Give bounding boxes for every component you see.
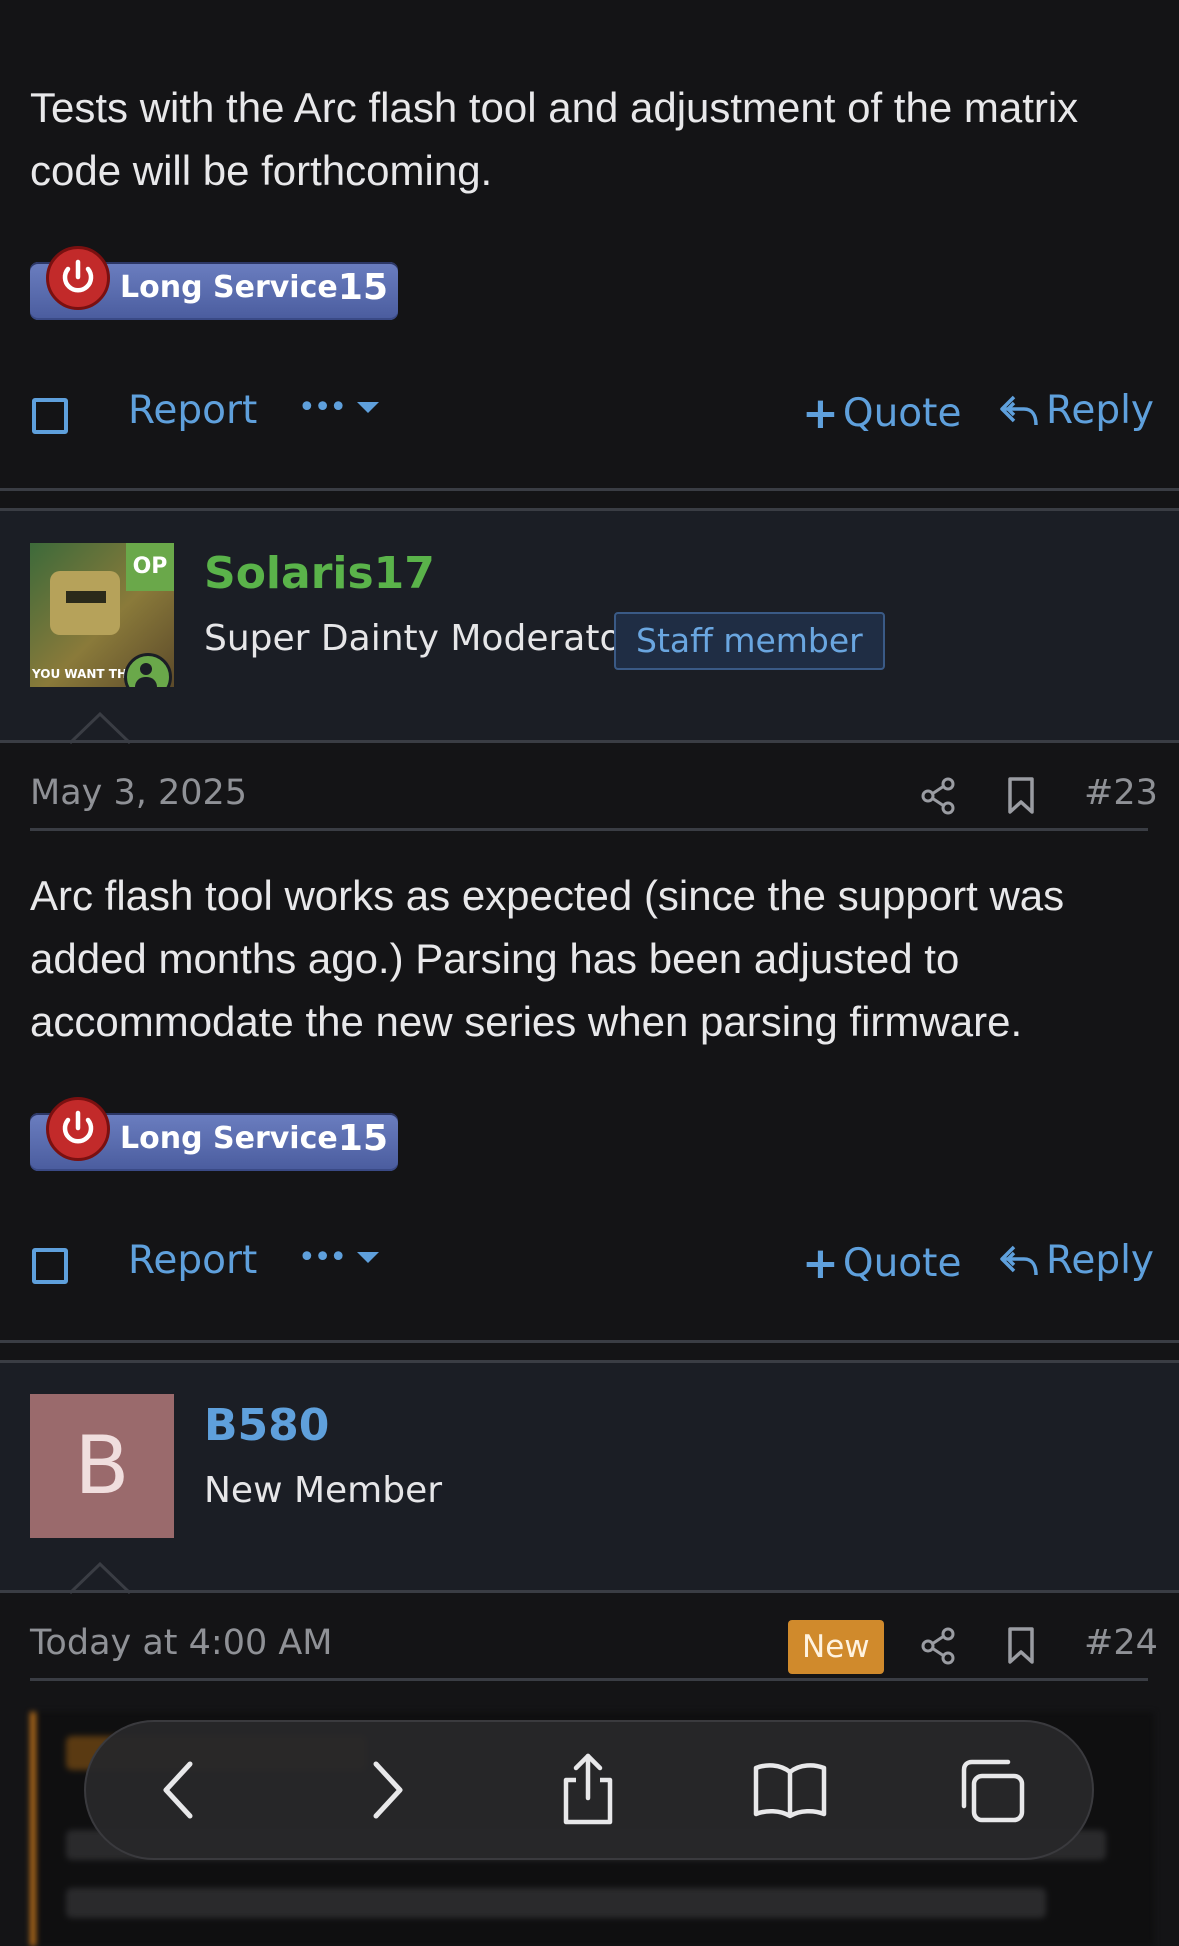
reply-label: Reply: [1046, 1238, 1155, 1283]
username[interactable]: Solaris17: [204, 548, 435, 599]
long-service-badge: Long Service 15: [30, 1097, 398, 1171]
post-number[interactable]: #23: [1084, 773, 1158, 813]
reply-label: Reply: [1046, 388, 1155, 433]
reply-button[interactable]: Reply: [998, 1238, 1154, 1283]
power-icon: [46, 1097, 110, 1161]
more-actions-menu[interactable]: •••: [298, 1240, 381, 1275]
post-body: Tests with the Arc flash tool and adjust…: [30, 84, 1079, 194]
quote-label: Quote: [842, 1241, 962, 1286]
post-number[interactable]: #24: [1084, 1623, 1158, 1663]
quote-button[interactable]: + Quote: [802, 388, 961, 439]
bookmark-icon[interactable]: [1006, 1626, 1036, 1666]
ellipsis-icon: •••: [298, 1240, 347, 1275]
browser-toolbar: [84, 1720, 1094, 1860]
user-title: New Member: [204, 1470, 443, 1511]
plus-icon: +: [802, 388, 839, 439]
avatar-caption: YOU WANT THE: [32, 667, 136, 681]
avatar[interactable]: OP YOU WANT THE: [30, 543, 174, 687]
share-icon[interactable]: [920, 776, 958, 816]
staff-badge: Staff member: [614, 612, 885, 670]
quote-label: Quote: [842, 391, 962, 436]
post-date[interactable]: May 3, 2025: [30, 773, 247, 813]
reply-icon: [1000, 395, 1038, 425]
badge-label: Long Service: [120, 1121, 338, 1156]
header-bottom-border: [0, 1590, 1179, 1593]
post-date[interactable]: Today at 4:00 AM: [30, 1623, 333, 1663]
power-icon: [46, 246, 110, 310]
new-badge: New: [788, 1620, 884, 1674]
report-link[interactable]: Report: [128, 388, 257, 433]
long-service-badge: Long Service 15: [30, 246, 398, 320]
plus-icon: +: [802, 1238, 839, 1289]
header-bottom-border: [0, 740, 1179, 743]
chevron-down-icon: [357, 1251, 380, 1263]
bookmark-icon[interactable]: [1006, 776, 1036, 816]
ellipsis-icon: •••: [298, 390, 347, 425]
select-post-checkbox[interactable]: [32, 1248, 68, 1284]
post-top-border: [0, 508, 1179, 511]
post-top-border: [0, 1360, 1179, 1363]
avatar[interactable]: B: [30, 1394, 174, 1538]
meta-divider: [30, 828, 1148, 831]
op-badge: OP: [126, 543, 174, 591]
chevron-down-icon: [357, 401, 380, 413]
meta-divider: [30, 1678, 1148, 1681]
bookmarks-icon[interactable]: [752, 1762, 828, 1820]
reply-icon: [1000, 1245, 1038, 1275]
post-header: [0, 1362, 1179, 1590]
reply-button[interactable]: Reply: [998, 388, 1154, 433]
more-actions-menu[interactable]: •••: [298, 390, 381, 425]
username[interactable]: B580: [204, 1400, 329, 1451]
post-divider: [0, 488, 1179, 491]
back-icon[interactable]: [158, 1760, 198, 1820]
forward-icon[interactable]: [368, 1760, 408, 1820]
report-link[interactable]: Report: [128, 1238, 257, 1283]
tabs-icon[interactable]: [958, 1758, 1026, 1824]
user-title: Super Dainty Moderator: [204, 618, 637, 659]
badge-number: 15: [337, 267, 388, 308]
badge-number: 15: [337, 1118, 388, 1159]
share-icon[interactable]: [920, 1626, 958, 1666]
post-divider: [0, 1340, 1179, 1343]
online-status-icon: [124, 653, 172, 687]
quote-button[interactable]: + Quote: [802, 1238, 961, 1289]
badge-label: Long Service: [120, 270, 338, 305]
post-body: Arc flash tool works as expected (since …: [30, 872, 1065, 1045]
select-post-checkbox[interactable]: [32, 398, 68, 434]
share-sheet-icon[interactable]: [558, 1752, 618, 1826]
